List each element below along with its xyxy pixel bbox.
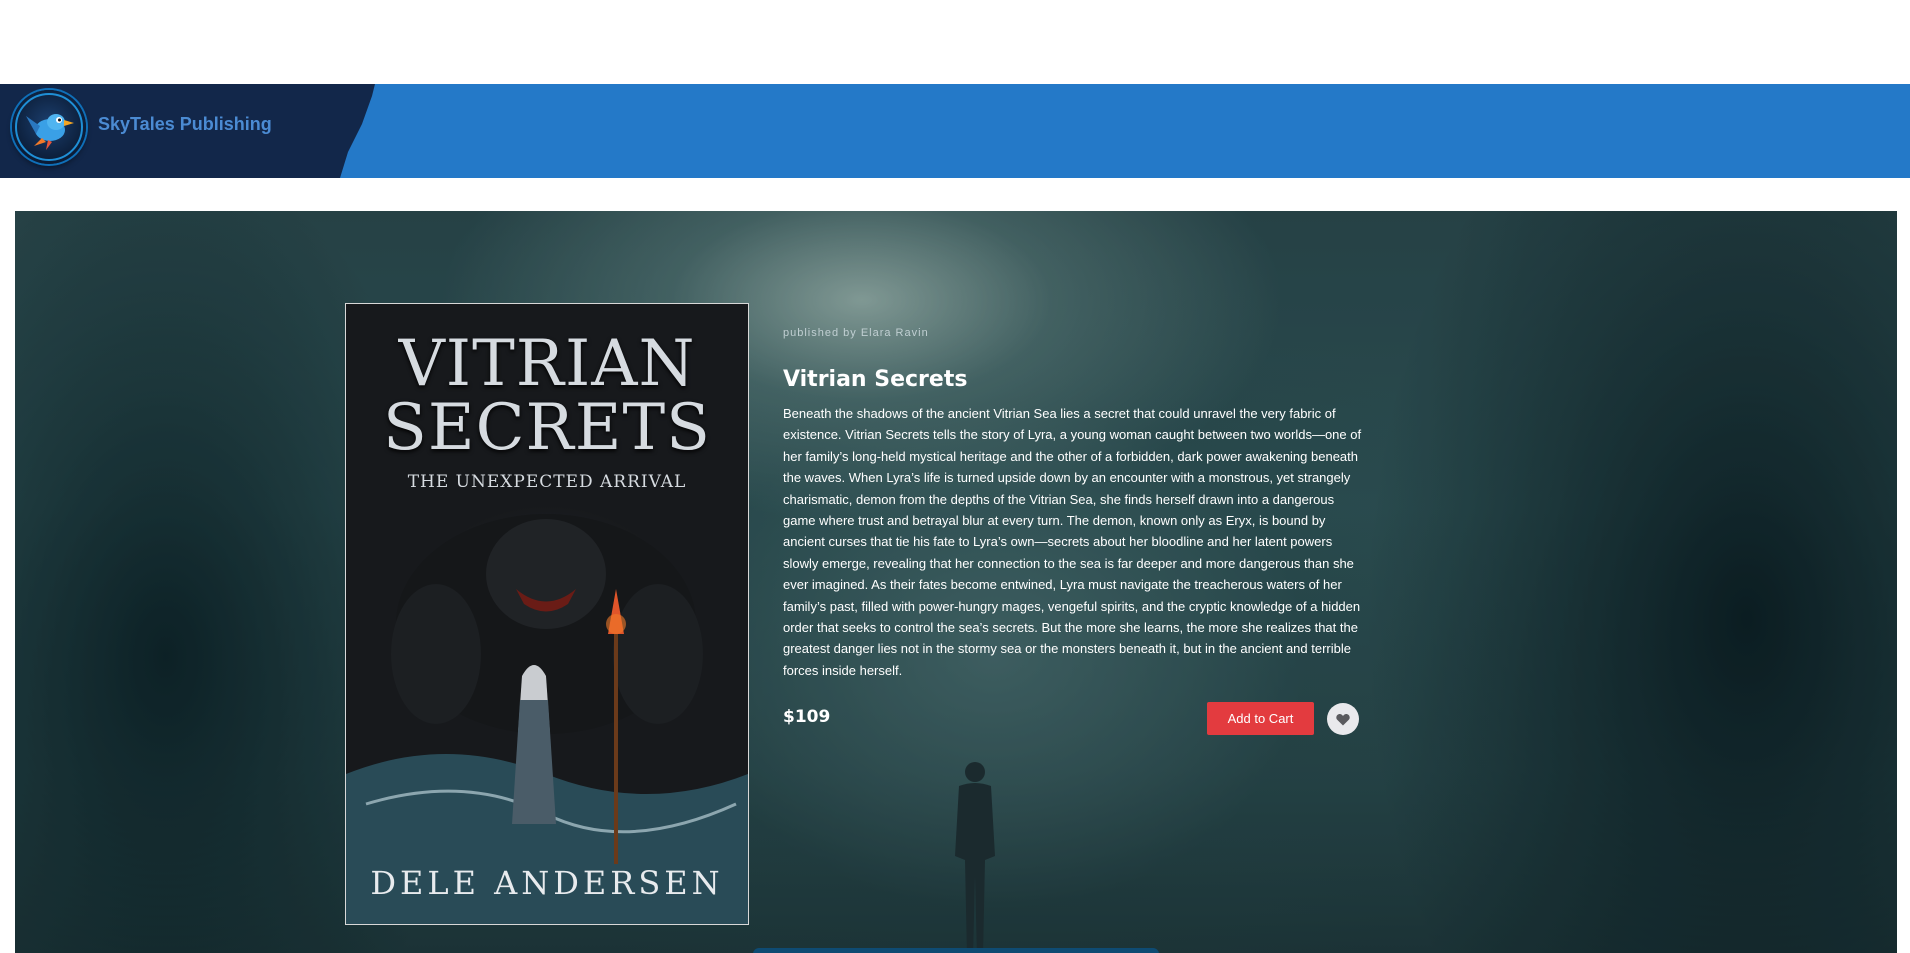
top-whitespace <box>0 0 1910 84</box>
brand-name[interactable]: SkyTales Publishing <box>98 114 272 135</box>
publisher-credit: published by Elara Ravin <box>783 327 929 339</box>
add-to-cart-button[interactable]: Add to Cart <box>1207 702 1314 735</box>
book-description: Beneath the shadows of the ancient Vitri… <box>783 406 1362 678</box>
standing-figure-silhouette <box>955 762 995 953</box>
book-price: $109 <box>783 707 831 727</box>
favorite-button[interactable] <box>1327 703 1359 735</box>
book-cover[interactable]: VITRIAN SECRETS THE UNEXPECTED ARRIVAL D… <box>345 303 749 925</box>
navbar: SkyTales Publishing <box>0 84 1910 178</box>
cover-subtitle: THE UNEXPECTED ARRIVAL <box>407 472 687 492</box>
cover-title: VITRIAN SECRETS <box>346 332 748 460</box>
heart-icon <box>1336 713 1350 725</box>
cover-author: DELE ANDERSEN <box>370 864 724 902</box>
cover-title-line-1: VITRIAN <box>398 327 696 401</box>
bottom-panel-tab[interactable] <box>753 948 1159 953</box>
bird-logo-icon[interactable] <box>12 90 86 164</box>
brand-panel: SkyTales Publishing <box>0 84 375 178</box>
book-title: Vitrian Secrets <box>783 367 968 392</box>
cover-title-line-2: SECRETS <box>383 391 711 465</box>
book-hero: VITRIAN SECRETS THE UNEXPECTED ARRIVAL D… <box>15 211 1897 953</box>
